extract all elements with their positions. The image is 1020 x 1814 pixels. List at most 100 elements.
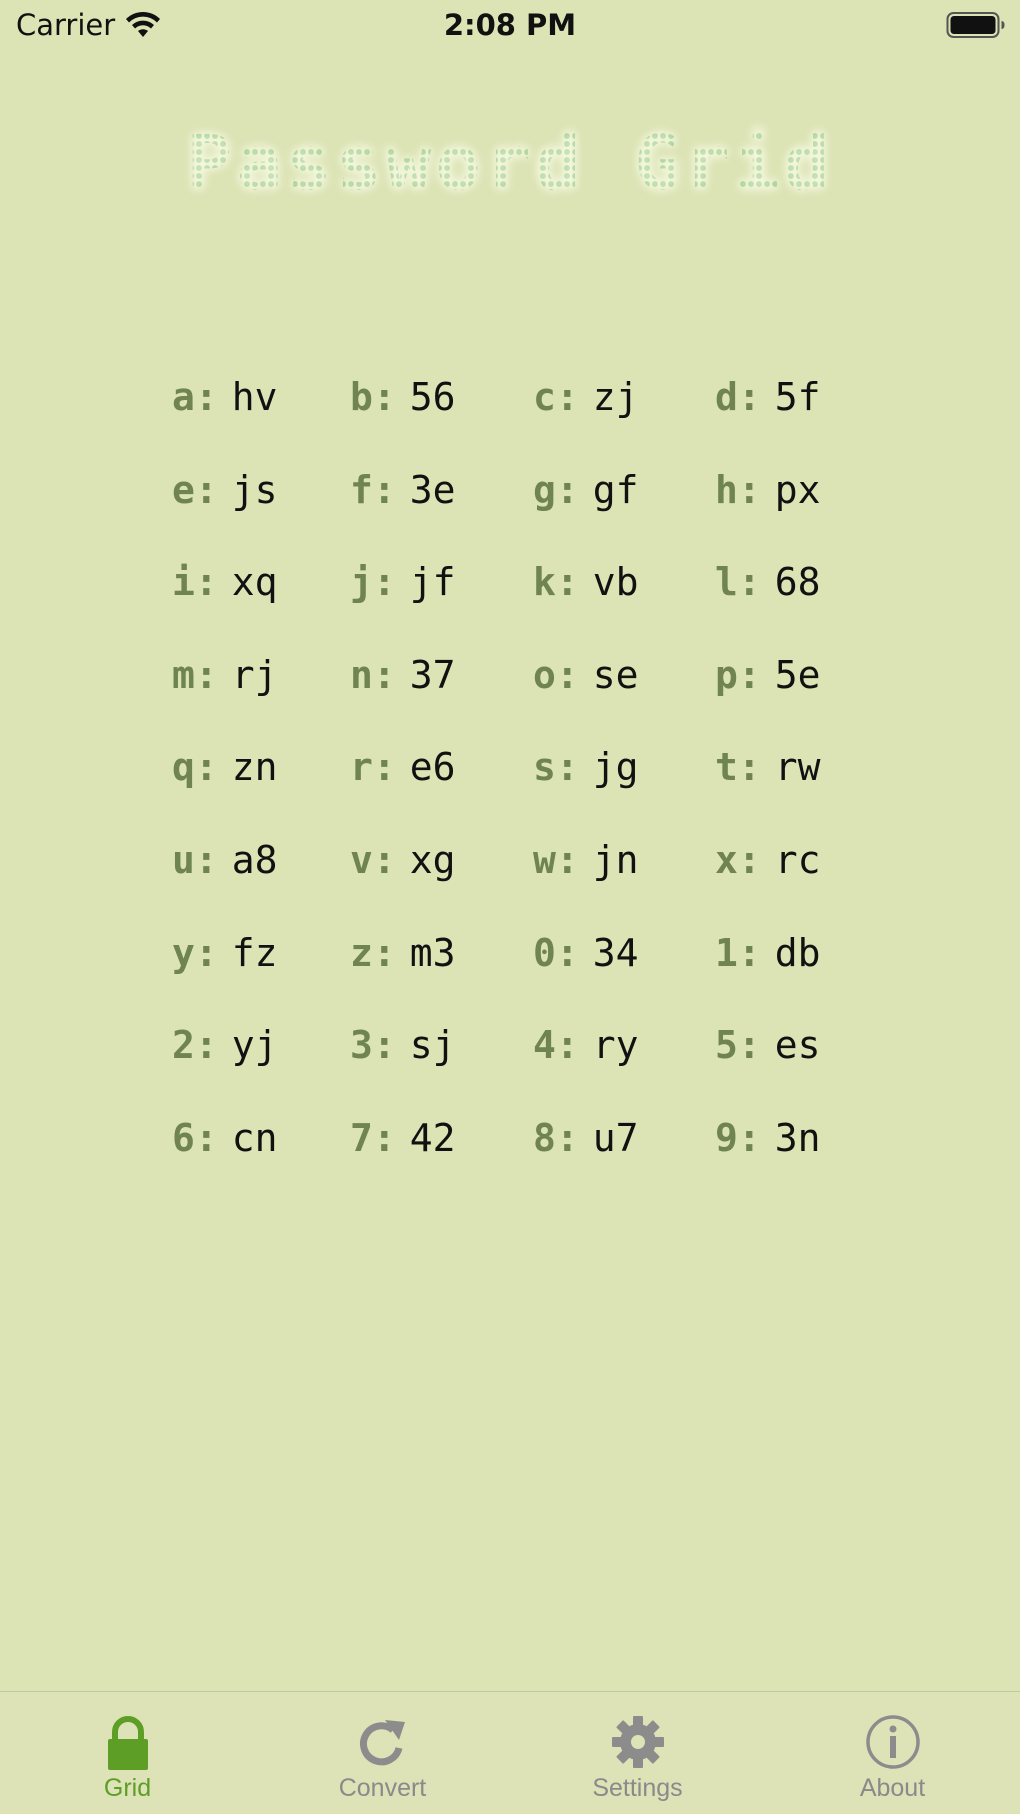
- tab-settings-label: Settings: [592, 1774, 683, 1802]
- grid-value: a8: [231, 837, 278, 882]
- grid-key: e:: [172, 467, 218, 512]
- grid-cell: 3: sj: [350, 1013, 533, 1106]
- grid-key: 5:: [715, 1023, 761, 1068]
- grid-key: h:: [715, 467, 761, 512]
- grid-value: zj: [592, 375, 639, 419]
- grid-cell: v: xg: [350, 828, 533, 921]
- battery-icon: [946, 12, 1005, 38]
- grid-value: js: [231, 467, 278, 512]
- grid-key: i:: [172, 560, 218, 605]
- grid-value: 5f: [774, 375, 821, 419]
- grid-key: 7:: [350, 1115, 396, 1160]
- grid-key: x:: [715, 837, 761, 882]
- grid-key: 6:: [172, 1115, 218, 1160]
- grid-cell: 7: 42: [350, 1106, 533, 1199]
- grid-value: 37: [409, 652, 456, 697]
- grid-value: 3e: [409, 467, 456, 512]
- tab-bar: Grid Convert Settings About: [0, 1691, 1020, 1814]
- gear-icon: [611, 1716, 664, 1768]
- grid-key: u:: [172, 837, 218, 882]
- grid-value: xq: [231, 560, 278, 605]
- tab-grid-label: Grid: [103, 1774, 152, 1802]
- grid-value: hv: [231, 375, 278, 419]
- tab-about[interactable]: About: [765, 1692, 1020, 1814]
- grid-key: w:: [533, 837, 579, 882]
- grid-value: jn: [592, 837, 639, 882]
- grid-cell: s: jg: [533, 735, 715, 828]
- grid-cell: m: rj: [172, 643, 350, 736]
- grid-key: 1:: [715, 930, 761, 975]
- grid-value: 56: [409, 375, 456, 419]
- tab-convert[interactable]: Convert: [255, 1692, 510, 1814]
- grid-cell: o: se: [533, 643, 715, 736]
- grid-value: db: [774, 930, 821, 975]
- grid-key: c:: [533, 375, 579, 419]
- grid-cell: 6: cn: [172, 1106, 350, 1199]
- tab-settings[interactable]: Settings: [510, 1692, 765, 1814]
- grid-value: 68: [774, 560, 821, 605]
- grid-cell: y: fz: [172, 921, 350, 1014]
- grid-key: d:: [715, 375, 761, 419]
- grid-cell: l: 68: [715, 550, 872, 643]
- grid-value: u7: [592, 1115, 639, 1160]
- status-bar: Carrier 2:08 PM: [0, 0, 1020, 52]
- grid-key: 3:: [350, 1023, 396, 1068]
- grid-value: 5e: [774, 652, 821, 697]
- lock-icon: [107, 1716, 148, 1770]
- grid-key: j:: [350, 560, 396, 605]
- grid-value: rc: [774, 837, 821, 882]
- grid-key: y:: [172, 930, 218, 975]
- grid-key: g:: [533, 467, 579, 512]
- grid-key: 9:: [715, 1115, 761, 1160]
- grid-cell: 8: u7: [533, 1106, 715, 1199]
- grid-key: z:: [350, 930, 396, 975]
- grid-cell: h: px: [715, 458, 872, 551]
- info-icon: [865, 1715, 920, 1769]
- grid-cell: w: jn: [533, 828, 715, 921]
- grid-value: zn: [231, 745, 278, 790]
- grid-value: rj: [231, 652, 278, 697]
- grid-value: fz: [231, 930, 278, 975]
- grid-key: a:: [172, 375, 218, 419]
- grid-cell: t: rw: [715, 735, 872, 828]
- grid-cell: z: m3: [350, 921, 533, 1014]
- grid-cell: q: zn: [172, 735, 350, 828]
- grid-value: vb: [592, 560, 639, 605]
- tab-about-label: About: [859, 1774, 926, 1802]
- grid-cell: 9: 3n: [715, 1106, 872, 1199]
- grid-key: l:: [715, 560, 761, 605]
- grid-cell: x: rc: [715, 828, 872, 921]
- grid-value: sj: [409, 1023, 456, 1068]
- grid-value: 34: [592, 930, 639, 975]
- grid-value: jg: [592, 745, 639, 790]
- grid-cell: c: zj: [533, 365, 715, 458]
- grid-key: t:: [715, 745, 761, 790]
- grid-key: 2:: [172, 1023, 218, 1068]
- page-title: Password Grid: [186, 118, 834, 207]
- grid-value: e6: [409, 745, 456, 790]
- grid-cell: b: 56: [350, 365, 533, 458]
- grid-value: gf: [592, 467, 639, 512]
- grid-value: m3: [409, 930, 456, 975]
- grid-value: 42: [409, 1115, 456, 1160]
- grid-value: rw: [774, 745, 821, 790]
- grid-cell: u: a8: [172, 828, 350, 921]
- grid-key: 0:: [533, 930, 579, 975]
- grid-cell: 4: ry: [533, 1013, 715, 1106]
- grid-cell: a: hv: [172, 365, 350, 458]
- grid-cell: j: jf: [350, 550, 533, 643]
- grid-cell: g: gf: [533, 458, 715, 551]
- grid-key: o:: [533, 652, 579, 697]
- grid-key: 8:: [533, 1115, 579, 1160]
- grid-cell: r: e6: [350, 735, 533, 828]
- grid-key: v:: [350, 837, 396, 882]
- grid-cell: 0: 34: [533, 921, 715, 1014]
- tab-convert-label: Convert: [338, 1774, 427, 1802]
- grid-value: xg: [409, 837, 456, 882]
- grid-value: 3n: [774, 1115, 821, 1160]
- grid-key: s:: [533, 745, 579, 790]
- grid-key: k:: [533, 560, 579, 605]
- grid-value: px: [774, 467, 821, 512]
- tab-grid[interactable]: Grid: [0, 1692, 255, 1814]
- grid-cell: 1: db: [715, 921, 872, 1014]
